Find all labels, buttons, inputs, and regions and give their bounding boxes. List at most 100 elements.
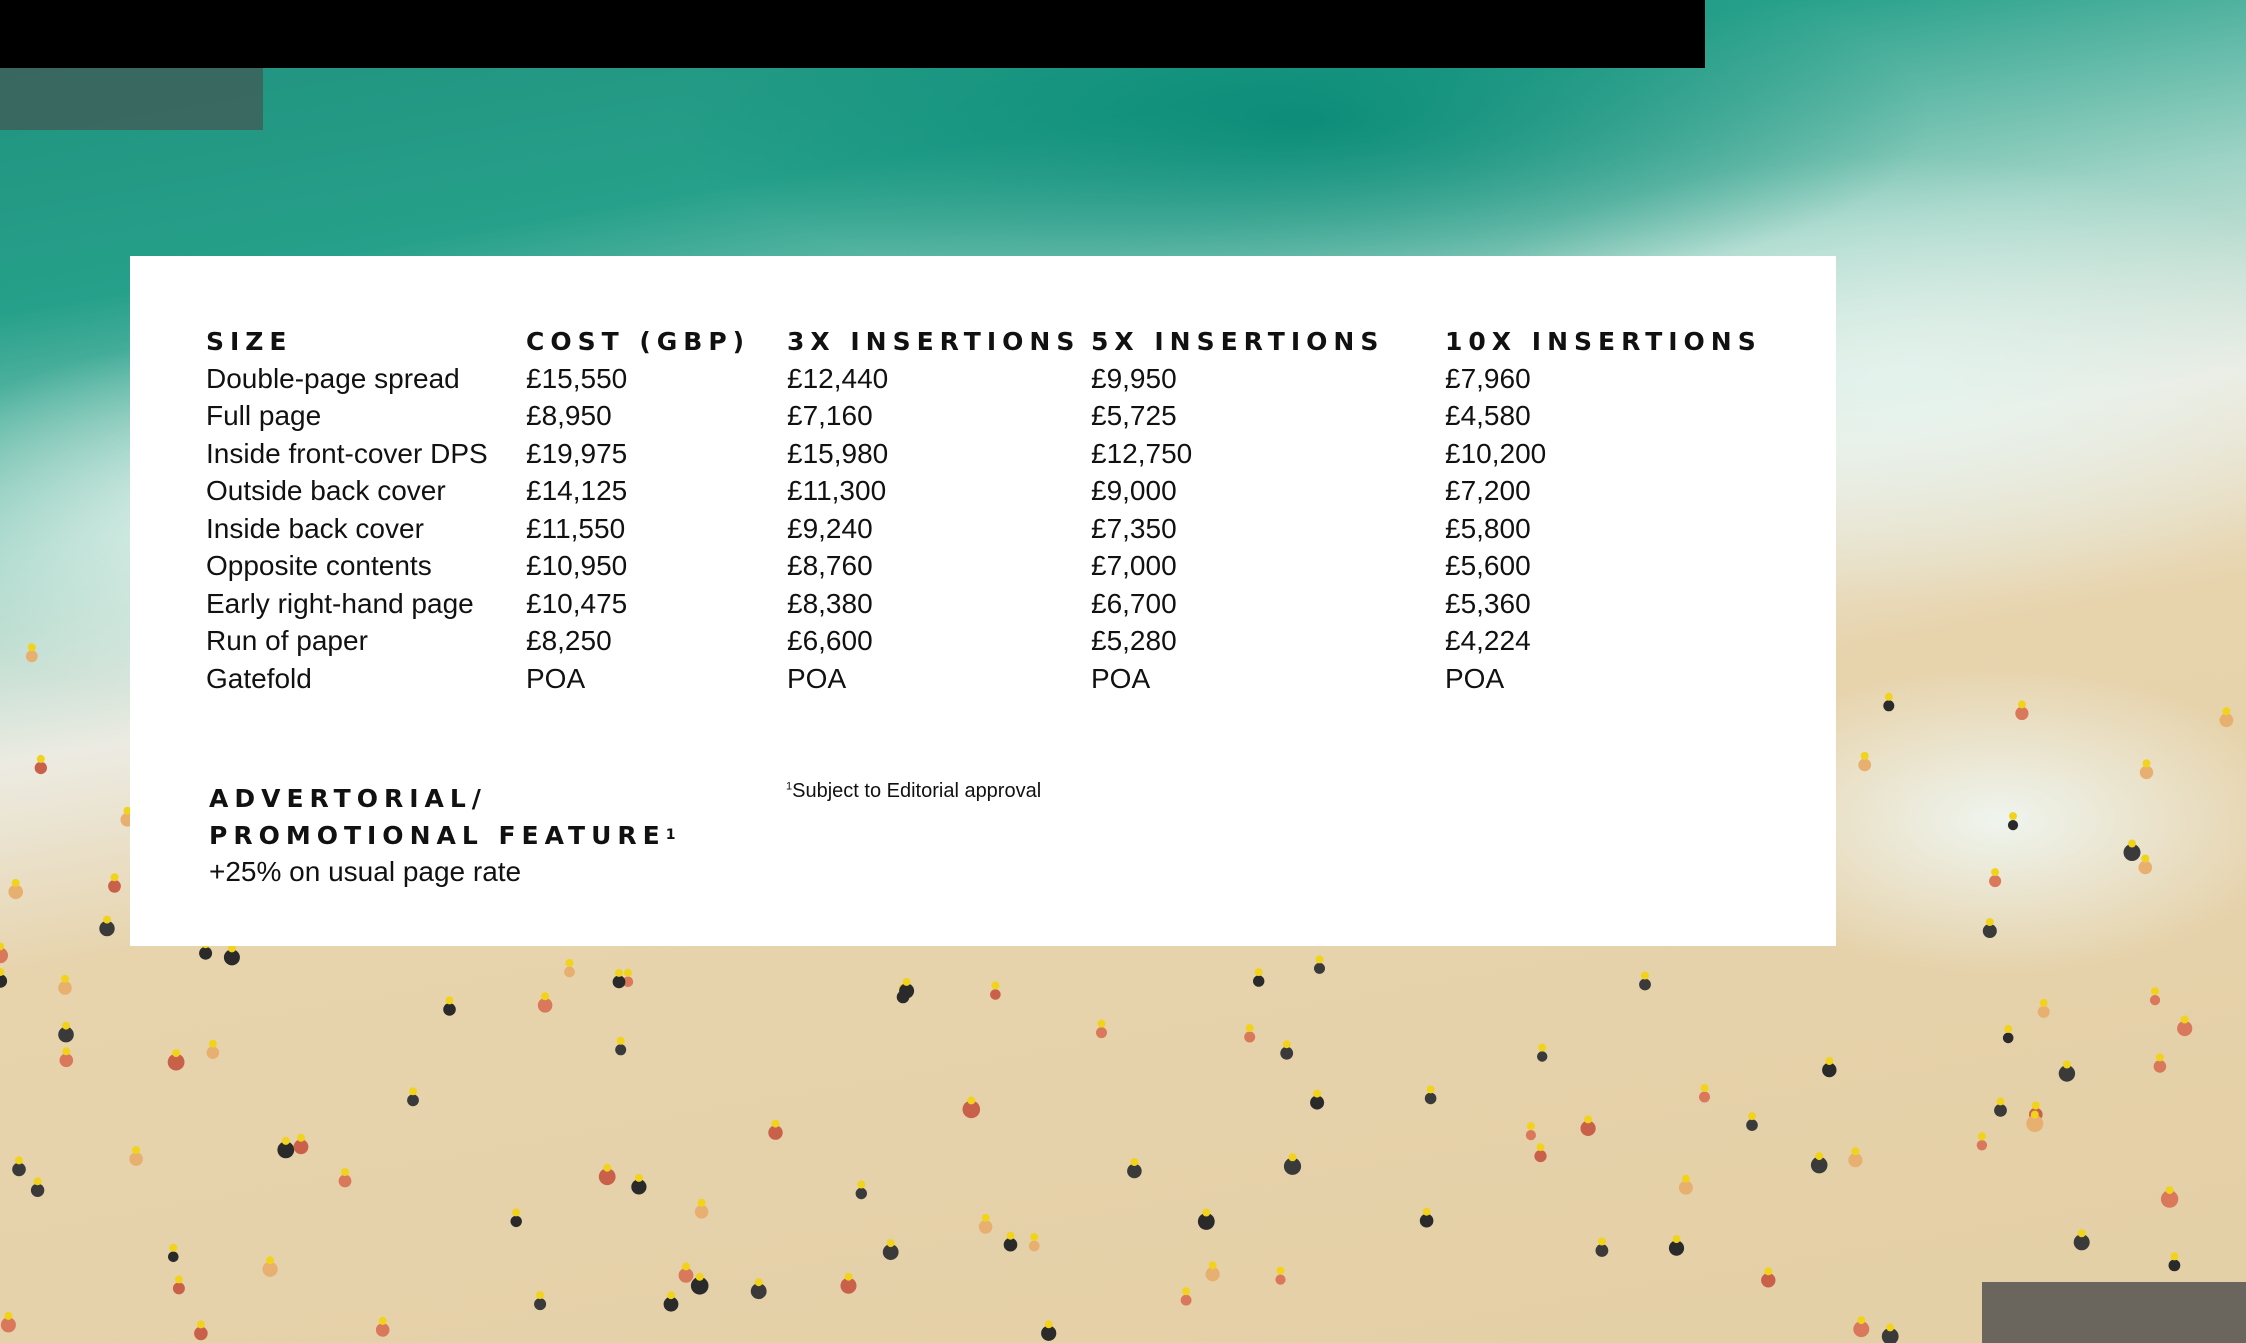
swim-cap-dot bbox=[771, 1119, 780, 1128]
swimmer-dot bbox=[172, 1282, 185, 1295]
swim-cap-dot bbox=[981, 1213, 990, 1222]
swim-cap-dot bbox=[2017, 700, 2026, 709]
swimmer-dot bbox=[978, 1220, 993, 1234]
swim-cap-dot bbox=[2142, 759, 2151, 768]
table-row: Gatefold POA POA POA POA bbox=[206, 660, 1765, 698]
swim-cap-dot bbox=[1422, 1207, 1431, 1216]
swimmer-dot bbox=[1310, 1095, 1325, 1110]
swim-cap-dot bbox=[1282, 1040, 1291, 1049]
swimmer-dot bbox=[1314, 962, 1325, 974]
cell-10x: £4,580 bbox=[1445, 400, 1531, 432]
swim-cap-dot bbox=[616, 1036, 625, 1045]
swim-cap-dot bbox=[2155, 1053, 2164, 1062]
swimmer-dot bbox=[2168, 1259, 2181, 1272]
cell-3x: £8,380 bbox=[787, 587, 873, 619]
swim-cap-dot bbox=[172, 1049, 181, 1058]
swim-cap-dot bbox=[634, 1173, 643, 1182]
cell-cost: £10,950 bbox=[526, 550, 628, 582]
swim-cap-dot bbox=[1748, 1112, 1756, 1121]
swim-cap-dot bbox=[1825, 1057, 1834, 1065]
swim-cap-dot bbox=[1245, 1024, 1254, 1032]
top-black-bar bbox=[0, 0, 1705, 68]
header-3x: 3X INSERTIONS bbox=[787, 326, 1081, 356]
cell-10x: £7,200 bbox=[1445, 475, 1531, 507]
swim-cap-dot bbox=[1884, 692, 1893, 701]
swimmer-dot bbox=[990, 989, 1001, 1000]
cell-size: Opposite contents bbox=[206, 550, 432, 582]
cell-3x: £9,240 bbox=[787, 512, 873, 544]
cell-3x: £11,300 bbox=[787, 475, 887, 507]
header-size: SIZE bbox=[206, 326, 293, 356]
table-row: Early right-hand page £10,475 £8,380 £6,700… bbox=[206, 585, 1765, 623]
swim-cap-dot bbox=[2165, 1186, 2174, 1195]
cell-size: Full page bbox=[206, 400, 322, 432]
swim-cap-dot bbox=[1315, 955, 1324, 964]
swimmer-dot bbox=[1003, 1237, 1018, 1252]
swim-cap-dot bbox=[27, 643, 36, 652]
swim-cap-dot bbox=[2004, 1024, 2013, 1033]
swim-cap-dot bbox=[110, 873, 119, 882]
swimmer-dot bbox=[1424, 1092, 1437, 1105]
swim-cap-dot bbox=[1538, 1043, 1547, 1052]
swimmer-dot bbox=[1525, 1130, 1536, 1141]
swim-cap-dot bbox=[33, 1177, 42, 1186]
swim-cap-dot bbox=[603, 1163, 612, 1172]
cell-5x: £7,000 bbox=[1091, 550, 1177, 582]
swimmer-dot bbox=[2139, 765, 2154, 780]
swim-cap-dot bbox=[857, 1180, 866, 1189]
swim-cap-dot bbox=[902, 977, 911, 986]
table-row: Outside back cover £14,125 £11,300 £9,000 £7… bbox=[206, 473, 1765, 511]
cell-5x: £9,000 bbox=[1091, 475, 1177, 507]
swim-cap-dot bbox=[1208, 1261, 1217, 1270]
swim-cap-dot bbox=[1764, 1267, 1773, 1276]
swimmer-dot bbox=[30, 1183, 45, 1198]
swim-cap-dot bbox=[615, 968, 623, 977]
top-left-swatch bbox=[0, 68, 263, 130]
swimmer-dot bbox=[108, 879, 121, 893]
swimmer-dot bbox=[199, 946, 213, 960]
swimmer-dot bbox=[1848, 1153, 1863, 1168]
swim-cap-dot bbox=[2170, 1252, 2179, 1261]
advertorial-block: ADVERTORIAL/ PROMOTIONAL FEATURE1 +25% o… bbox=[209, 780, 675, 890]
swimmer-dot bbox=[1994, 1104, 2007, 1117]
swimmer-dot bbox=[0, 974, 8, 988]
swim-cap-dot bbox=[754, 1278, 763, 1287]
swim-cap-dot bbox=[61, 974, 69, 983]
swimmer-dot bbox=[612, 975, 626, 989]
swim-cap-dot bbox=[844, 1272, 853, 1281]
swimmer-dot bbox=[1989, 875, 2002, 888]
swim-cap-dot bbox=[541, 992, 550, 1001]
swimmer-dot bbox=[12, 1162, 26, 1177]
cell-size: Run of paper bbox=[206, 625, 368, 657]
swim-cap-dot bbox=[2031, 1101, 2040, 1110]
swim-cap-dot bbox=[1426, 1085, 1435, 1094]
swim-cap-dot bbox=[1597, 1237, 1606, 1246]
swimmer-dot bbox=[1639, 978, 1651, 991]
swim-cap-dot bbox=[169, 1243, 178, 1252]
swim-cap-dot bbox=[695, 1272, 704, 1281]
table-row: Opposite contents £10,950 £8,760 £7,000 £5,6… bbox=[206, 548, 1765, 586]
swim-cap-dot bbox=[1700, 1084, 1709, 1092]
swim-cap-dot bbox=[297, 1133, 305, 1142]
swimmer-dot bbox=[2153, 1060, 2167, 1073]
swim-cap-dot bbox=[991, 981, 1000, 990]
swimmer-dot bbox=[855, 1187, 867, 1200]
swimmer-dot bbox=[564, 966, 575, 978]
swim-cap-dot bbox=[1886, 1323, 1895, 1332]
swimmer-dot bbox=[206, 1046, 220, 1059]
swimmer-dot bbox=[694, 1205, 709, 1219]
table-row: Double-page spread £15,550 £12,440 £9,950 £7… bbox=[206, 360, 1765, 398]
swimmer-dot bbox=[2149, 995, 2161, 1006]
swimmer-dot bbox=[534, 1298, 547, 1311]
cell-10x: £7,960 bbox=[1445, 362, 1531, 394]
swim-cap-dot bbox=[1641, 971, 1649, 980]
swimmer-dot bbox=[34, 761, 47, 775]
swimmer-dot bbox=[2015, 706, 2029, 721]
table-row: Inside back cover £11,550 £9,240 £7,350 £5,8… bbox=[206, 510, 1765, 548]
swim-cap-dot bbox=[1030, 1233, 1039, 1241]
swim-cap-dot bbox=[266, 1256, 275, 1265]
cell-5x: £9,950 bbox=[1091, 362, 1177, 394]
cell-cost: £10,475 bbox=[526, 587, 628, 619]
cell-10x: POA bbox=[1445, 662, 1505, 694]
swim-cap-dot bbox=[132, 1146, 141, 1155]
